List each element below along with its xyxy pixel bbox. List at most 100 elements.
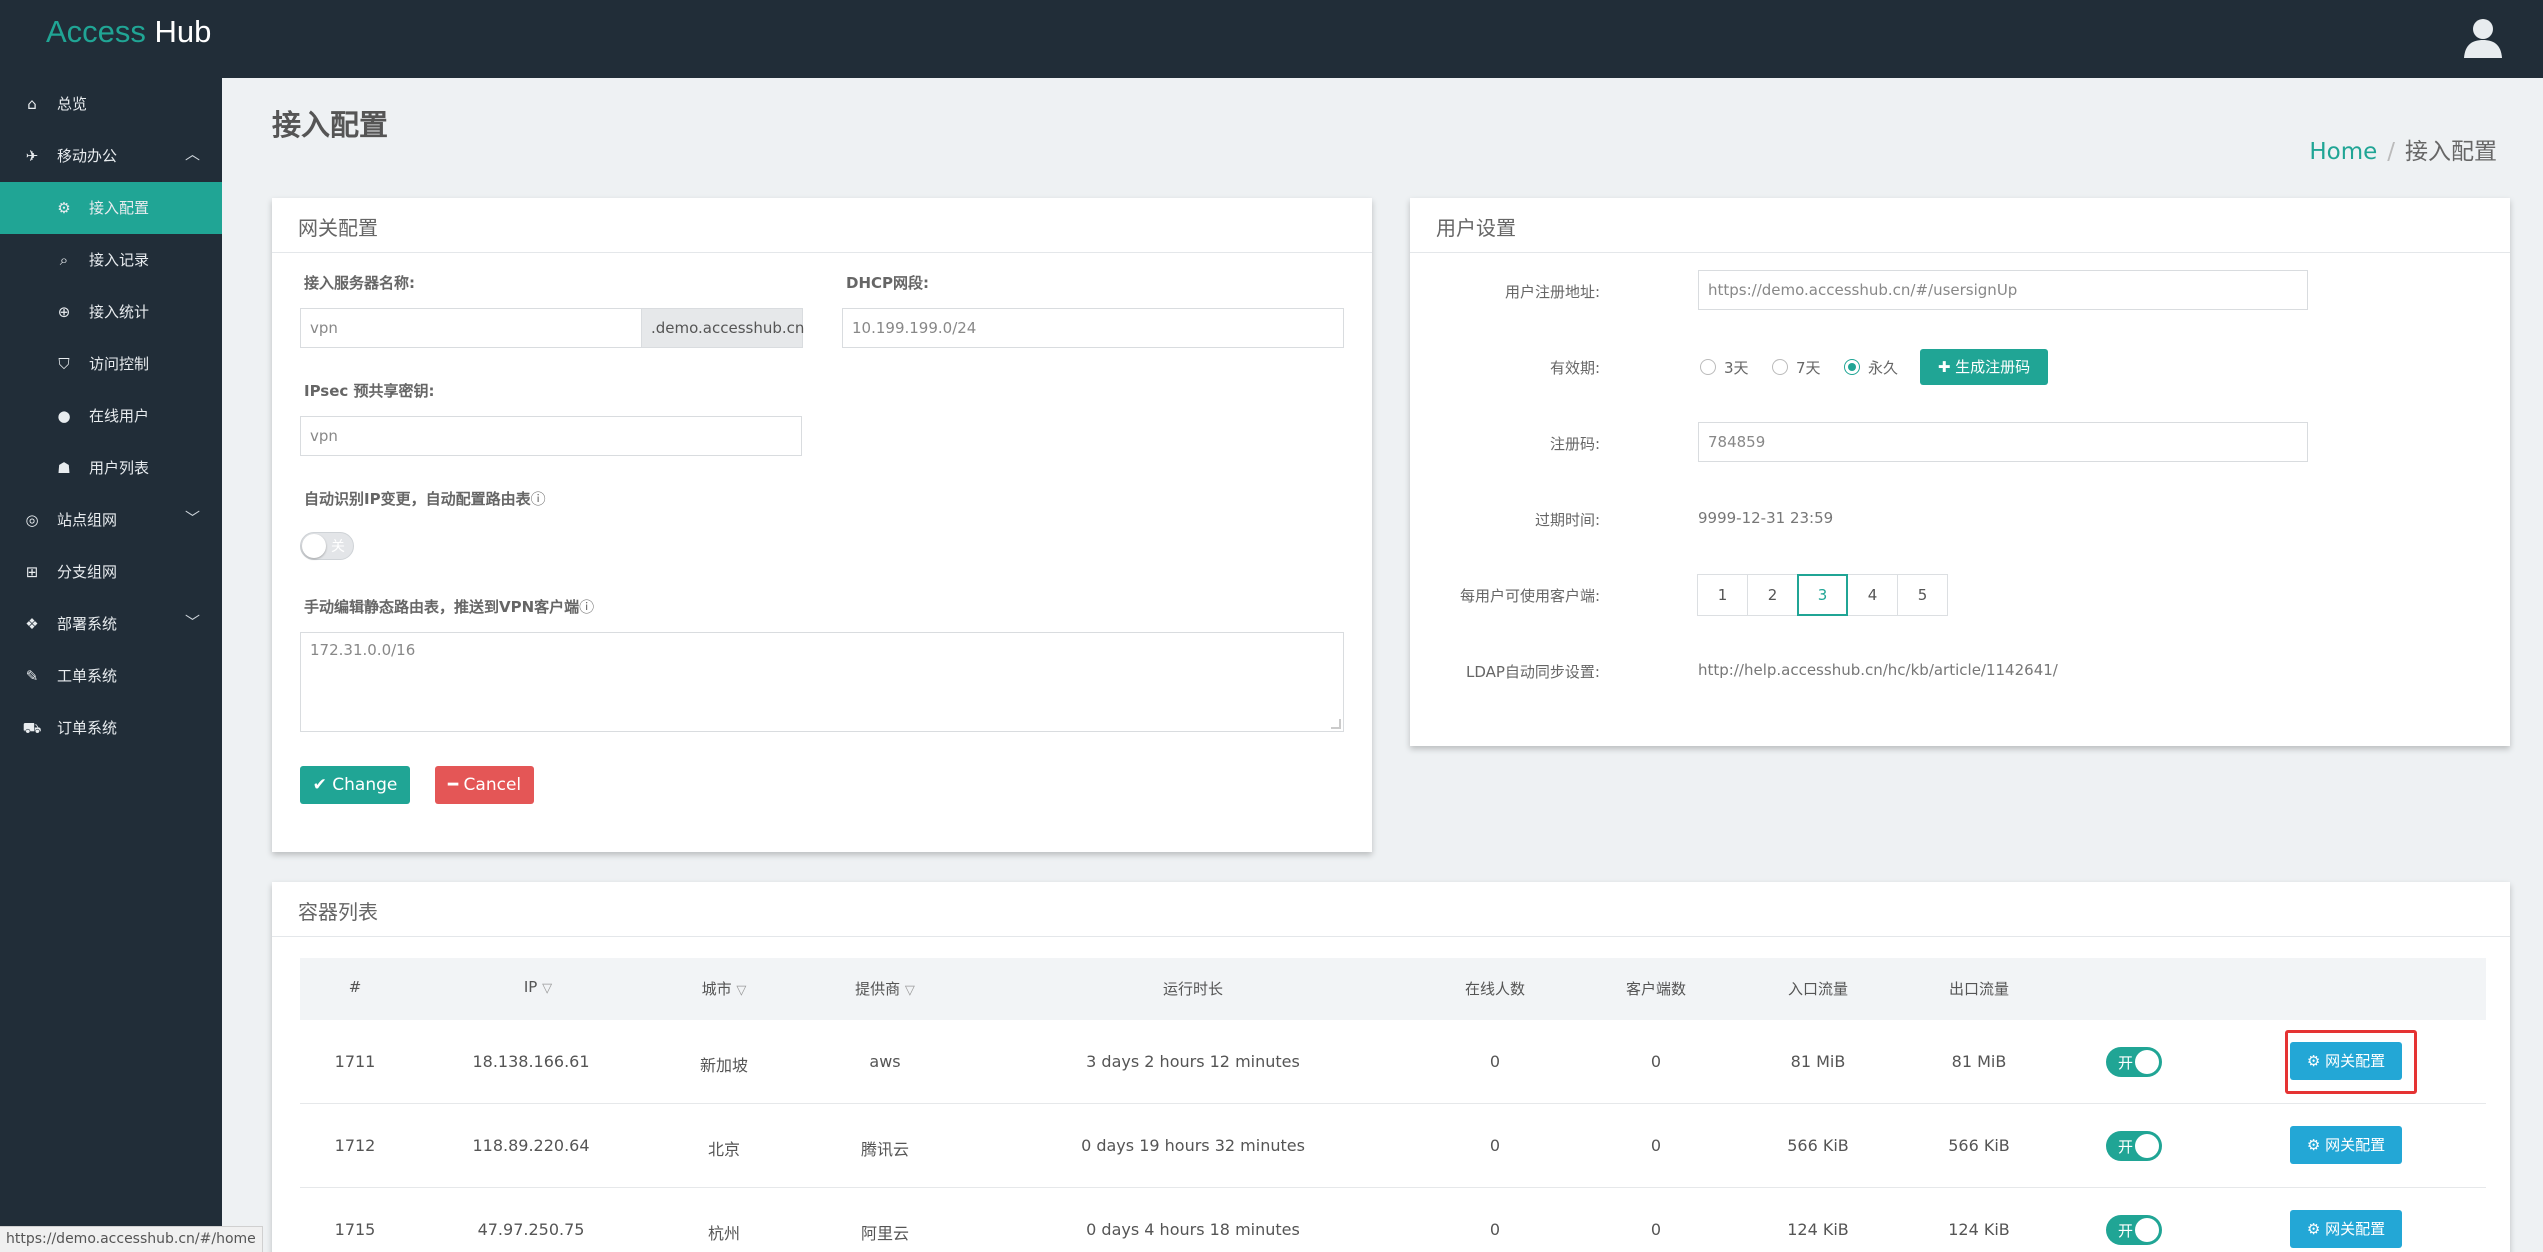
static-route-text: 手动编辑静态路由表，推送到VPN客户端 — [304, 598, 580, 616]
info-icon[interactable]: ⓘ — [531, 490, 546, 508]
sidebar-item-mobile-office[interactable]: ✈ 移动办公 ︿ — [0, 130, 222, 182]
sidebar-item-site-network[interactable]: ◎ 站点组网 ﹀ — [0, 494, 222, 546]
server-name-input[interactable]: vpn — [300, 308, 642, 348]
sidebar-item-branch-network[interactable]: ⊞ 分支组网 — [0, 546, 222, 598]
clients-option-4[interactable]: 4 — [1847, 574, 1898, 616]
ldap-label: LDAP自动同步设置: — [1465, 663, 1600, 681]
cell-clients: 0 — [1650, 1220, 1662, 1239]
clients-option-1[interactable]: 1 — [1697, 574, 1748, 616]
user-small-icon: ● — [57, 407, 71, 425]
toggle-text: 关 — [331, 539, 345, 555]
change-button[interactable]: ✔ Change — [300, 766, 410, 804]
container-enable-toggle[interactable]: 开 — [2106, 1215, 2162, 1245]
shield-icon: ⛉ — [58, 355, 70, 373]
sidebar-item-label: 用户列表 — [89, 459, 150, 477]
cell-ip: 18.138.166.61 — [472, 1052, 590, 1071]
cell-provider: 阿里云 — [860, 1224, 910, 1243]
cell-id: 1712 — [334, 1136, 376, 1155]
gateway-config-button[interactable]: ⚙ 网关配置 — [2290, 1210, 2402, 1248]
validity-option-3d: 3天 — [1724, 359, 1749, 377]
sidebar-item-deploy-system[interactable]: ❖ 部署系统 ﹀ — [0, 598, 222, 650]
home-icon: ⌂ — [27, 95, 37, 113]
generate-code-button[interactable]: ✚ 生成注册码 — [1920, 349, 2048, 385]
validity-radio-3d[interactable] — [1700, 359, 1716, 375]
filter-icon[interactable]: ▽ — [736, 983, 746, 998]
page-title: 接入配置 — [272, 108, 389, 142]
clients-option-3[interactable]: 3 — [1797, 574, 1848, 616]
panel-title: 网关配置 — [298, 216, 378, 240]
cell-online: 0 — [1489, 1220, 1501, 1239]
filter-icon[interactable]: ▽ — [905, 983, 915, 998]
chevron-down-icon: ﹀ — [184, 613, 200, 631]
col-online: 在线人数 — [1464, 980, 1526, 998]
container-enable-toggle[interactable]: 开 — [2106, 1047, 2162, 1077]
sidebar-item-user-list[interactable]: ☗ 用户列表 — [0, 442, 222, 494]
toggle-text: 开 — [2118, 1138, 2134, 1156]
ldap-link[interactable]: http://help.accesshub.cn/hc/kb/article/1… — [1698, 661, 2058, 679]
reg-code-input[interactable]: 784859 — [1698, 422, 2308, 462]
reg-url-input[interactable]: https://demo.accesshub.cn/#/usersignUp — [1698, 270, 2308, 310]
static-route-label: 手动编辑静态路由表，推送到VPN客户端ⓘ — [304, 596, 594, 617]
reg-url-label: 用户注册地址: — [1504, 283, 1600, 301]
users-icon: ☗ — [57, 459, 71, 477]
col-ip[interactable]: IP ▽ — [524, 978, 552, 996]
server-name-label: 接入服务器名称: — [304, 274, 415, 292]
col-out-traffic: 出口流量 — [1948, 980, 2010, 998]
filter-icon[interactable]: ▽ — [542, 981, 552, 996]
col-city-label: 城市 — [701, 980, 732, 998]
sidebar-item-online-users[interactable]: ● 在线用户 — [0, 390, 222, 442]
ipsec-input[interactable]: vpn — [300, 416, 802, 456]
expire-label: 过期时间: — [1534, 511, 1600, 529]
cancel-button[interactable]: ━ Cancel — [435, 766, 534, 804]
validity-option-forever: 永久 — [1868, 359, 1899, 377]
gateway-config-panel: 网关配置 接入服务器名称: vpn .demo.accesshub.cn DHC… — [272, 198, 1372, 852]
static-route-textarea[interactable]: 172.31.0.0/16 — [300, 632, 1344, 732]
sidebar-item-label: 接入配置 — [89, 199, 150, 217]
cell-out-traffic: 81 MiB — [1951, 1052, 2007, 1071]
panel-title: 容器列表 — [298, 900, 378, 924]
gateway-config-button[interactable]: ⚙ 网关配置 — [2290, 1126, 2402, 1164]
cell-id: 1715 — [334, 1220, 376, 1239]
wrench-icon: ✎ — [25, 667, 39, 685]
breadcrumb-home-link[interactable]: Home — [2309, 139, 2377, 165]
resize-handle[interactable] — [1331, 719, 1341, 729]
cancel-label: Cancel — [463, 775, 522, 795]
validity-label: 有效期: — [1549, 359, 1600, 377]
container-enable-toggle[interactable]: 开 — [2106, 1131, 2162, 1161]
dhcp-input[interactable]: 10.199.199.0/24 — [842, 308, 1344, 348]
browser-status-bar: https://demo.accesshub.cn/#/home — [0, 1226, 263, 1252]
sidebar-item-access-stats[interactable]: ⊕ 接入统计 — [0, 286, 222, 338]
sidebar-item-access-log[interactable]: ⌕ 接入记录 — [0, 234, 222, 286]
col-provider[interactable]: 提供商 ▽ — [855, 978, 915, 999]
validity-radio-forever[interactable] — [1844, 359, 1860, 375]
table-row: 1712 118.89.220.64 北京 腾讯云 0 days 19 hour… — [300, 1104, 2486, 1188]
generate-code-label: 生成注册码 — [1955, 358, 2031, 376]
col-uptime: 运行时长 — [1162, 980, 1224, 998]
top-bar: Access Hub — [0, 0, 2543, 78]
reg-code-label: 注册码: — [1549, 435, 1600, 453]
col-city[interactable]: 城市 ▽ — [702, 978, 747, 999]
cubes-icon: ❖ — [25, 615, 39, 633]
sidebar-item-overview[interactable]: ⌂ 总览 — [0, 78, 222, 130]
toggle-knob — [2135, 1134, 2159, 1158]
check-icon: ✔ — [312, 775, 327, 795]
clients-option-2[interactable]: 2 — [1747, 574, 1798, 616]
cell-uptime: 3 days 2 hours 12 minutes — [1086, 1052, 1300, 1071]
brand-logo[interactable]: Access Hub — [46, 14, 211, 50]
sidebar-item-label: 站点组网 — [57, 511, 118, 529]
clients-option-5[interactable]: 5 — [1897, 574, 1948, 616]
cell-provider: 腾讯云 — [860, 1140, 910, 1159]
sidebar-item-order-system[interactable]: ⛟ 订单系统 — [0, 702, 222, 754]
validity-radio-7d[interactable] — [1772, 359, 1788, 375]
sidebar-item-access-control[interactable]: ⛉ 访问控制 — [0, 338, 222, 390]
sidebar-item-ticket-system[interactable]: ✎ 工单系统 — [0, 650, 222, 702]
sidebar-item-label: 访问控制 — [89, 355, 150, 373]
cell-in-traffic: 566 KiB — [1787, 1136, 1849, 1155]
auto-route-toggle[interactable]: 关 — [300, 532, 354, 560]
sidebar-item-access-config[interactable]: ⚙ 接入配置 — [0, 182, 222, 234]
info-icon[interactable]: ⓘ — [579, 598, 594, 616]
cell-ip: 118.89.220.64 — [472, 1136, 590, 1155]
auto-route-label: 自动识别IP变更，自动配置路由表ⓘ — [304, 488, 546, 509]
user-icon[interactable] — [2461, 16, 2505, 60]
ipsec-label: IPsec 预共享密钥: — [304, 382, 435, 400]
